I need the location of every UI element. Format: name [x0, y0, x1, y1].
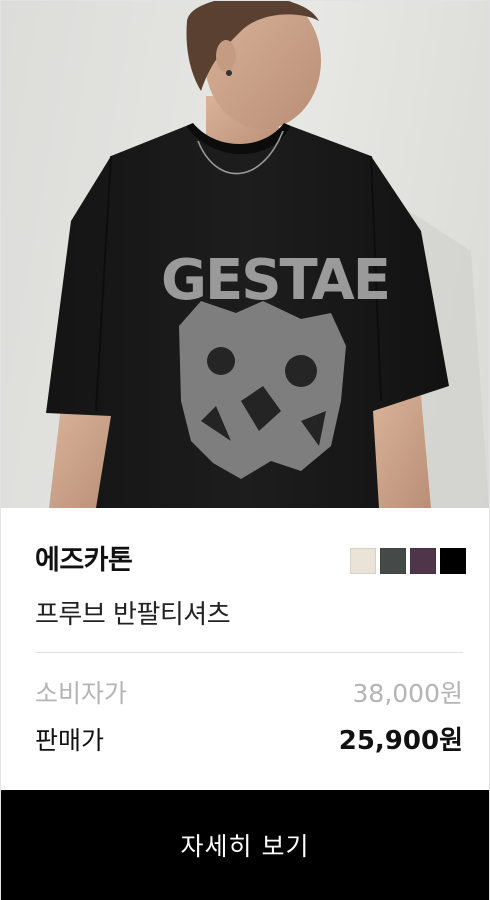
model-photo: GESTAE — [46, 1, 489, 508]
product-info: 에즈카톤 프루브 반팔티셔츠 소비자가 38,000원 판매가 25,900원 — [1, 508, 489, 790]
color-swatch-purple[interactable] — [410, 548, 436, 574]
sale-price-label: 판매가 — [35, 726, 105, 755]
msrp-value: 38,000원 — [352, 679, 463, 708]
sale-price-value: 25,900원 — [338, 726, 463, 756]
product-image[interactable]: GESTAE — [1, 1, 489, 508]
brand-name[interactable]: 에즈카톤 — [35, 538, 133, 577]
view-details-button[interactable]: 자세히 보기 — [1, 790, 489, 900]
divider — [35, 652, 463, 653]
msrp-label: 소비자가 — [35, 679, 128, 708]
color-swatches — [350, 548, 466, 574]
color-swatch-ivory[interactable] — [350, 548, 376, 574]
print-text: GESTAE — [161, 248, 389, 313]
product-card: GESTAE 에즈카톤 프루브 반팔티셔츠 소비자가 38,000원 판매가 2… — [0, 0, 490, 900]
sale-price-row: 판매가 25,900원 — [35, 720, 463, 757]
msrp-row: 소비자가 38,000원 — [35, 674, 463, 710]
color-swatch-charcoal[interactable] — [380, 548, 406, 574]
color-swatch-black[interactable] — [440, 548, 466, 574]
view-details-label: 자세히 보기 — [180, 832, 310, 861]
product-name[interactable]: 프루브 반팔티셔츠 — [35, 594, 231, 631]
